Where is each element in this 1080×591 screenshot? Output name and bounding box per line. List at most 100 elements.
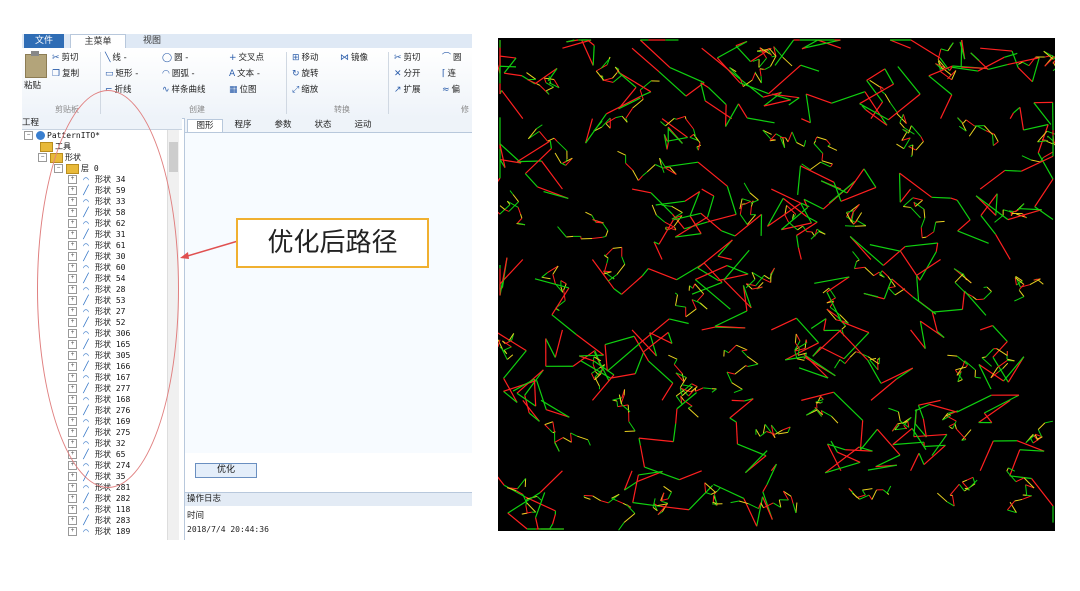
path-segment [747, 363, 759, 367]
path-segment [616, 263, 626, 275]
expand-icon[interactable]: + [68, 527, 77, 536]
path-segment [503, 57, 517, 74]
path-segment [520, 213, 523, 219]
path-segment [997, 360, 1008, 368]
path-segment [512, 378, 535, 392]
paste-icon[interactable] [25, 51, 47, 78]
shape-label: 形状 118 [95, 505, 131, 514]
tree-shape-item[interactable]: + ╱ 形状 283 [68, 515, 130, 526]
tab-params[interactable]: 参数 [265, 119, 301, 132]
text-button[interactable]: A 文本 - [229, 68, 260, 80]
path-segment [533, 379, 537, 407]
path-segment [912, 296, 937, 315]
path-segment [625, 162, 633, 171]
path-segment [852, 251, 860, 261]
expand-icon[interactable]: + [68, 483, 77, 492]
path-segment [805, 93, 832, 104]
graphics-canvas[interactable] [185, 133, 472, 453]
tree-shape-item[interactable]: + ⌒ 形状 189 [68, 526, 130, 537]
connect-button[interactable]: ⌈ 连 [442, 68, 456, 80]
path-segment [552, 421, 556, 433]
bitmap-button[interactable]: ▦ 位图 [229, 84, 257, 96]
path-segment [960, 274, 972, 284]
path-segment [672, 423, 677, 442]
path-segment [687, 407, 699, 418]
path-segment [512, 194, 519, 203]
tab-file[interactable]: 文件 [24, 34, 64, 48]
path-segment [994, 214, 1004, 223]
line-button[interactable]: ╲ 线 - [105, 52, 127, 64]
circle-button[interactable]: ◯ 圆 - [162, 52, 188, 64]
path-segment [688, 484, 714, 511]
path-segment [726, 371, 733, 383]
scrollbar-thumb[interactable] [169, 142, 178, 172]
expand-icon[interactable]: + [68, 516, 77, 525]
paste-button[interactable]: 粘贴 [24, 80, 41, 92]
ribbon-separator [388, 52, 389, 114]
path-segment [922, 236, 927, 239]
tab-graphics[interactable]: 图形 [187, 119, 223, 132]
cut-button[interactable]: ✂ 剪切 [52, 52, 79, 64]
tree-shape-item[interactable]: + ╱ 形状 282 [68, 493, 130, 504]
path-segment [683, 399, 693, 407]
path-segment [992, 134, 994, 146]
mirror-button[interactable]: ⋈ 镜像 [340, 52, 368, 64]
expand-icon[interactable]: + [68, 472, 77, 481]
path-segment [621, 275, 643, 295]
path-segment [784, 214, 789, 223]
path-segment [844, 356, 851, 364]
path-segment [918, 452, 925, 465]
path-segment [970, 52, 980, 62]
path-segment [594, 377, 600, 387]
path-segment [707, 87, 727, 105]
fillet-icon: ⌒ [442, 53, 452, 63]
round-button[interactable]: ⌒ 圆 [442, 52, 462, 64]
path-segment [820, 346, 845, 360]
rect-button[interactable]: ▭ 矩形 - [105, 68, 138, 80]
path-segment [800, 64, 820, 72]
path-segment [631, 188, 652, 194]
path-segment [683, 383, 692, 391]
intersect-button[interactable]: + 交叉点 [229, 52, 264, 64]
expand-icon[interactable]: + [68, 505, 77, 514]
collapse-icon[interactable]: − [24, 131, 33, 140]
path-segment [978, 399, 1011, 423]
extend-button[interactable]: ↗ 扩展 [394, 84, 421, 96]
path-segment [868, 494, 873, 500]
tab-status[interactable]: 状态 [305, 119, 341, 132]
arc-button[interactable]: ◠ 圆弧 - [162, 68, 195, 80]
path-segment [667, 128, 683, 144]
path-segment [863, 168, 877, 188]
collapse-icon[interactable]: − [38, 153, 47, 162]
split-button[interactable]: ✕ 分开 [394, 68, 421, 80]
path-segment [728, 69, 764, 98]
path-segment [665, 226, 667, 228]
path-segment [1028, 56, 1037, 67]
tab-home[interactable]: 主菜单 [70, 34, 126, 48]
path-segment [707, 213, 737, 223]
tab-view[interactable]: 视图 [132, 34, 172, 48]
path-segment [974, 376, 981, 379]
copy-button[interactable]: ❐ 复制 [52, 68, 79, 80]
path-segment [967, 479, 978, 490]
path-segment [517, 140, 551, 163]
path-segment [911, 125, 922, 137]
spline-button[interactable]: ∿ 样条曲线 [162, 84, 206, 96]
scale-button[interactable]: ⤢ 缩放 [292, 84, 318, 96]
offset-button[interactable]: ≈ 偏 [442, 84, 460, 96]
path-segment [651, 204, 657, 216]
path-segment [979, 169, 1006, 190]
optimize-button[interactable]: 优化 [195, 463, 257, 478]
path-segment [935, 220, 945, 223]
rotate-button[interactable]: ↻ 旋转 [292, 68, 319, 80]
path-segment [562, 161, 567, 164]
expand-icon[interactable]: + [68, 494, 77, 503]
tab-motion[interactable]: 运动 [345, 119, 381, 132]
optimized-path-plot [490, 38, 1064, 531]
trim-button[interactable]: ✂ 剪切 [394, 52, 421, 64]
path-segment [669, 66, 705, 84]
path-segment [896, 143, 905, 150]
tab-program[interactable]: 程序 [225, 119, 261, 132]
move-button[interactable]: ⊞ 移动 [292, 52, 319, 64]
tree-shape-item[interactable]: + ⌒ 形状 118 [68, 504, 130, 515]
